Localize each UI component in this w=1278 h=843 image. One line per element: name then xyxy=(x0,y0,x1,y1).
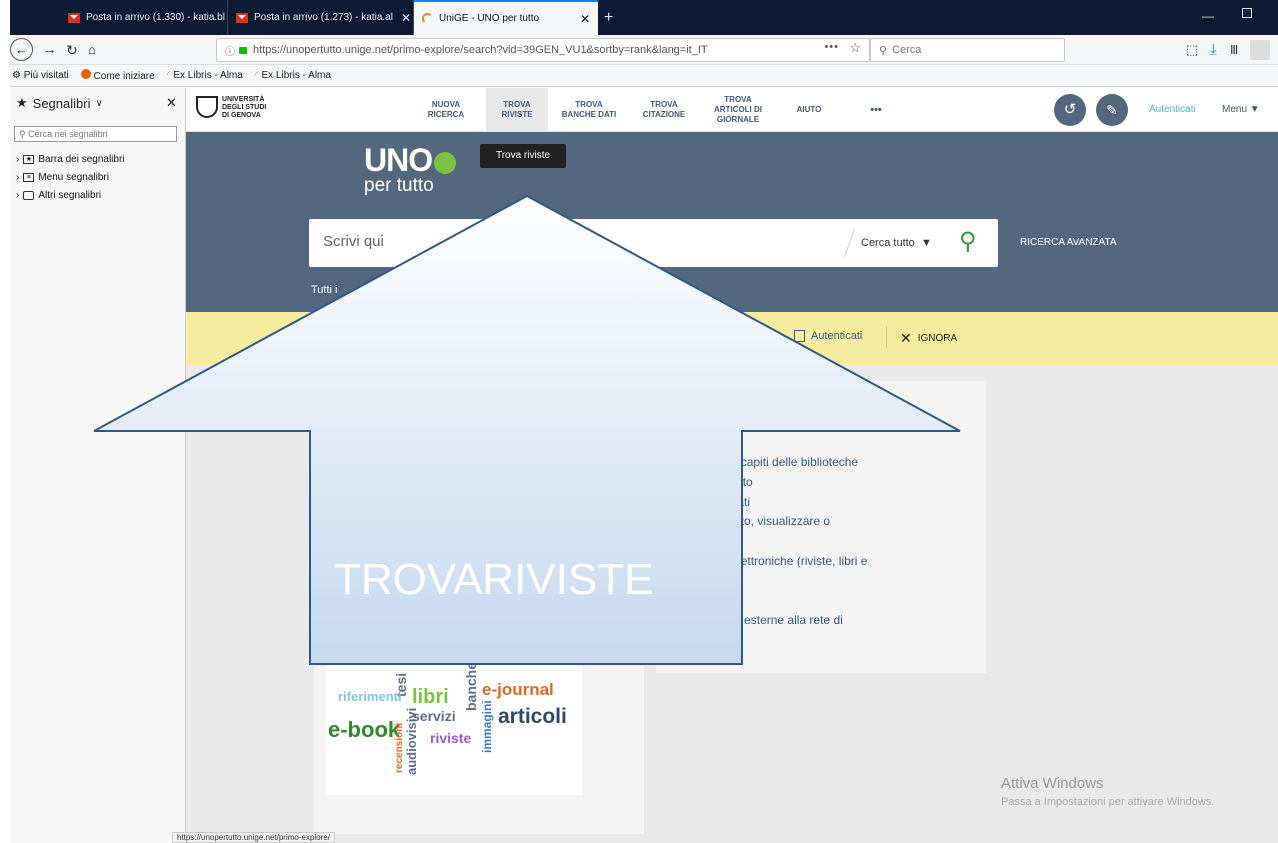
overlay-arrow: TROVARIVISTE xyxy=(93,194,961,665)
overlay-label: TROVARIVISTE xyxy=(334,555,653,604)
